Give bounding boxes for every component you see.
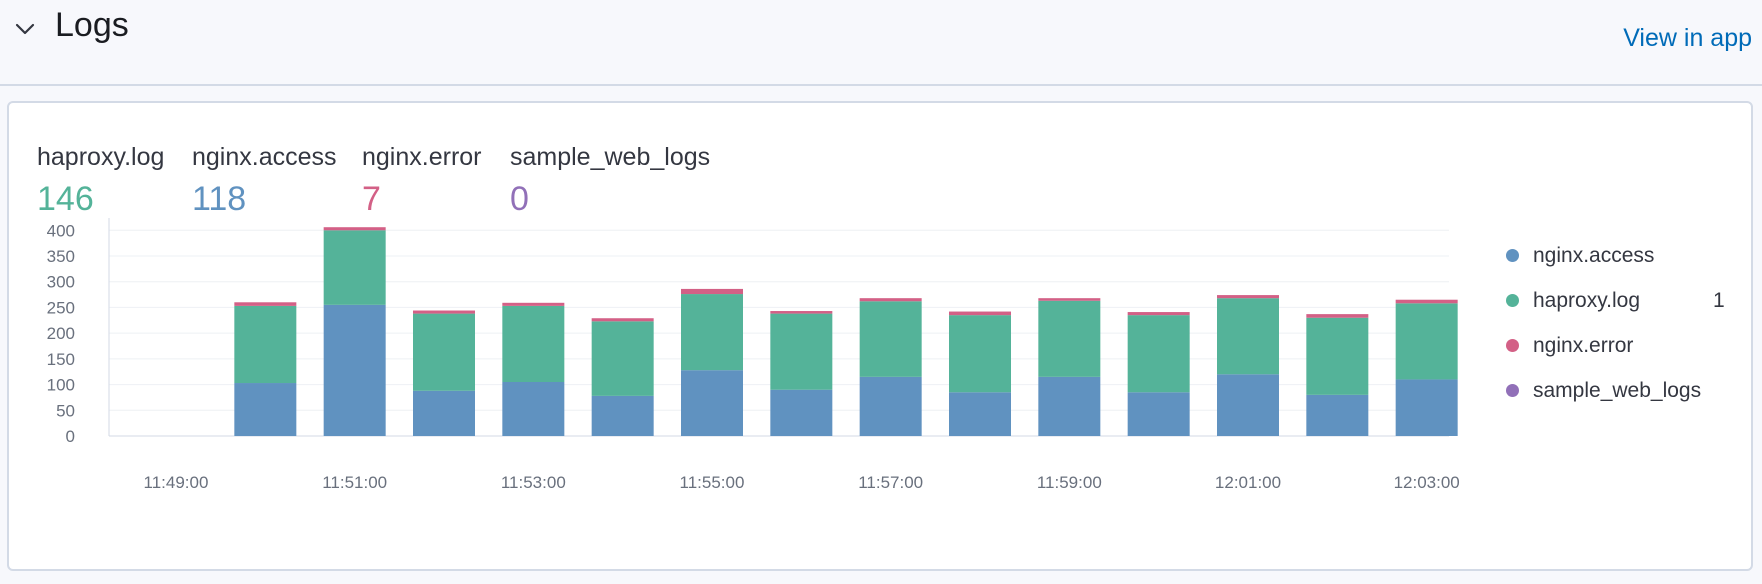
bar-segment-nginx-access	[859, 376, 922, 436]
logs-panel: haproxy.log 146 nginx.access 118 nginx.e…	[7, 101, 1753, 571]
bar-segment-nginx-error	[591, 318, 654, 322]
bar-segment-nginx-access	[502, 382, 565, 436]
logs-bar-chart: 0 50 100 150 200 250 300 350 400 11:49:00 11:51:00…	[47, 218, 1460, 492]
bar-segment-nginx-error	[1217, 295, 1279, 299]
bar-segment-haproxy-log	[1127, 315, 1190, 393]
bar-segment-haproxy-log	[234, 305, 297, 384]
bar-segment-nginx-access	[1306, 394, 1369, 436]
bar-segment-nginx-error	[1038, 298, 1101, 301]
bar-segment-nginx-access	[1217, 374, 1279, 436]
y-tick-label: 400	[47, 221, 75, 240]
bar-segment-nginx-error	[234, 302, 297, 306]
bar-segment-nginx-access	[591, 395, 654, 436]
legend-value: 1	[1713, 288, 1725, 312]
bar-segment-nginx-error	[1306, 314, 1369, 318]
bar-segment-nginx-error	[770, 311, 833, 314]
x-tick-label: 11:51:00	[322, 473, 387, 492]
y-tick-label: 150	[47, 350, 75, 369]
bar-segment-nginx-access	[234, 383, 297, 436]
bar-segment-nginx-access	[413, 390, 475, 436]
legend-item-nginx-access[interactable]: nginx.access	[1496, 233, 1756, 278]
chevron-down-icon[interactable]	[14, 18, 36, 40]
bar-segment-nginx-access	[323, 304, 386, 436]
y-tick-label: 350	[47, 247, 75, 266]
bar-segment-nginx-access	[1395, 379, 1458, 436]
legend-item-nginx-error[interactable]: nginx.error	[1496, 323, 1756, 368]
legend-item-sample-web-logs[interactable]: sample_web_logs	[1496, 368, 1756, 413]
bar-segment-nginx-error	[949, 311, 1011, 316]
y-tick-label: 50	[56, 401, 75, 420]
bar-segment-nginx-error	[413, 310, 475, 314]
bar-segment-nginx-error	[1127, 312, 1190, 316]
legend-label: nginx.access	[1533, 243, 1655, 267]
bar-segment-haproxy-log	[323, 230, 386, 305]
bar-segment-haproxy-log	[859, 301, 922, 377]
y-tick-label: 300	[47, 273, 75, 292]
section-title: Logs	[55, 6, 129, 44]
x-tick-label: 11:57:00	[858, 473, 923, 492]
bar-segment-nginx-access	[1127, 392, 1190, 436]
bar-segment-haproxy-log	[1217, 298, 1279, 375]
bar-segment-nginx-access	[949, 392, 1011, 436]
logs-section-header: Logs View in app	[0, 0, 1762, 86]
bar-segment-nginx-access	[681, 370, 743, 436]
legend-item-haproxy-log[interactable]: haproxy.log 1	[1496, 278, 1756, 323]
bar-segment-nginx-error	[1395, 299, 1458, 304]
x-tick-label: 12:03:00	[1394, 473, 1460, 492]
legend-dot	[1506, 294, 1519, 307]
bar-segment-nginx-error	[323, 227, 386, 231]
bar-segment-haproxy-log	[591, 321, 654, 396]
legend-dot	[1506, 339, 1519, 352]
bar-segment-nginx-access	[770, 389, 833, 436]
x-tick-label: 12:01:00	[1215, 473, 1281, 492]
y-tick-label: 200	[47, 324, 75, 343]
legend-dot	[1506, 249, 1519, 262]
bar-segment-haproxy-log	[681, 294, 743, 371]
bar-segment-haproxy-log	[949, 315, 1011, 393]
x-tick-label: 11:55:00	[680, 473, 745, 492]
legend-label: sample_web_logs	[1533, 378, 1702, 402]
bar-segment-haproxy-log	[1306, 317, 1369, 395]
bar-segment-haproxy-log	[1395, 303, 1458, 380]
chart-legend: nginx.access haproxy.log 1 nginx.error s…	[1496, 233, 1756, 413]
bar-segment-haproxy-log	[502, 305, 565, 382]
bar-segment-nginx-error	[681, 288, 743, 295]
legend-label: nginx.error	[1533, 333, 1634, 357]
x-tick-label: 11:59:00	[1037, 473, 1102, 492]
x-tick-label: 11:49:00	[144, 473, 209, 492]
bar-segment-haproxy-log	[413, 313, 475, 391]
x-tick-label: 11:53:00	[501, 473, 566, 492]
y-tick-label: 100	[47, 376, 75, 395]
bar-segment-nginx-access	[1038, 376, 1101, 436]
y-tick-label: 250	[47, 298, 75, 317]
bar-segment-haproxy-log	[1038, 300, 1101, 377]
legend-dot	[1506, 384, 1519, 397]
bar-segment-nginx-error	[502, 302, 565, 306]
view-in-app-link[interactable]: View in app	[1623, 24, 1752, 53]
legend-label: haproxy.log	[1533, 288, 1641, 312]
y-tick-label: 0	[66, 427, 75, 446]
bar-segment-nginx-error	[859, 298, 922, 302]
bar-segment-haproxy-log	[770, 313, 833, 390]
